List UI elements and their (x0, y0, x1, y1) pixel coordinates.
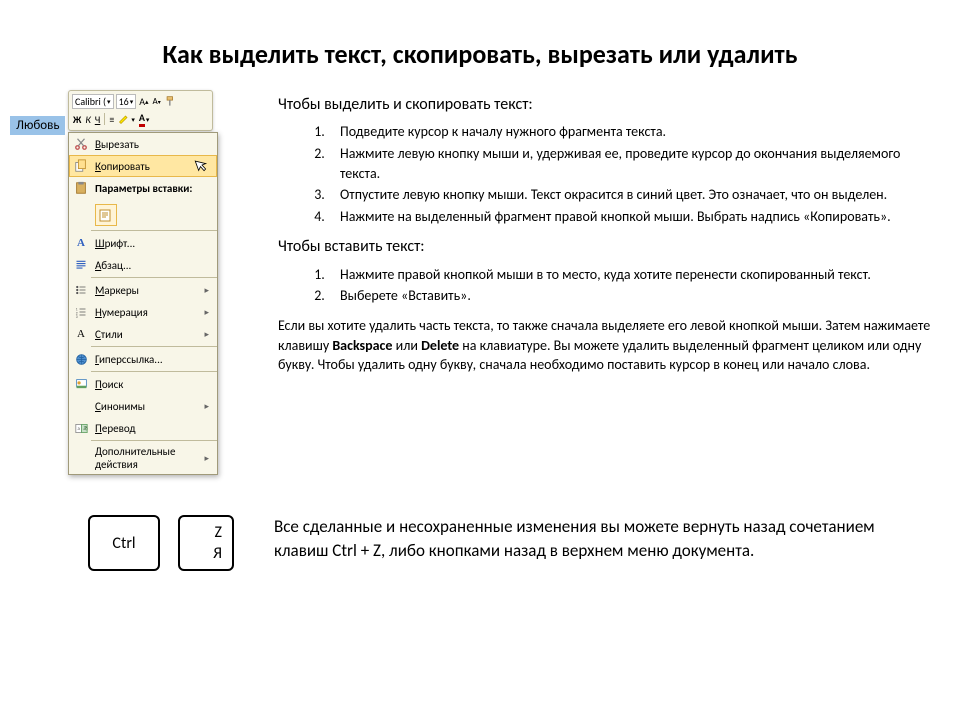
bold-icon[interactable]: Ж (72, 113, 82, 126)
hyperlink-icon (73, 351, 89, 367)
numbering-icon: 123 (73, 304, 89, 320)
menu-bullets[interactable]: Маркеры ▸ (69, 279, 217, 301)
delete-paragraph: Если вы хотите удалить часть текста, то … (278, 316, 940, 375)
menu-hyperlink[interactable]: Гиперссылка... (69, 348, 217, 370)
list-item: Отпустите левую кнопку мыши. Текст окрас… (328, 185, 940, 205)
menu-label: Шрифт... (95, 237, 213, 250)
section-heading: Чтобы выделить и скопировать текст: (278, 94, 940, 116)
translate-icon: aあ (73, 420, 89, 436)
section-heading: Чтобы вставить текст: (278, 236, 940, 258)
menu-additional[interactable]: Дополнительные действия ▸ (69, 442, 217, 474)
menu-label: Вырезать (95, 138, 213, 151)
ctrl-key: Ctrl (88, 515, 160, 571)
highlight-icon[interactable]: ▾ (117, 113, 136, 125)
format-painter-icon[interactable] (164, 96, 177, 107)
search-icon (73, 376, 89, 392)
undo-tip: Все сделанные и несохраненные изменения … (274, 515, 930, 563)
grow-font-icon[interactable]: A▴ (138, 95, 149, 108)
menu-label: Параметры вставки: (95, 182, 213, 195)
menu-paste-options: Параметры вставки: (69, 177, 217, 199)
menu-label: Абзац... (95, 259, 213, 272)
word-screenshot: Любовь Calibri (▾ 16▾ A▴ A▾ Ж К Ч ≡ ▾ (20, 90, 260, 475)
menu-synonyms[interactable]: Синонимы ▸ (69, 395, 217, 417)
paste-option-row (69, 199, 217, 229)
copy-icon (73, 158, 89, 174)
list-item: Подведите курсор к началу нужного фрагме… (328, 122, 940, 142)
scissors-icon (73, 136, 89, 152)
mini-toolbar: Calibri (▾ 16▾ A▴ A▾ Ж К Ч ≡ ▾ A▾ (68, 90, 213, 131)
menu-label: Дополнительные действия (95, 445, 198, 471)
paste-default-icon[interactable] (95, 204, 117, 226)
clipboard-icon (73, 180, 89, 196)
context-menu: Вырезать Копировать Параметры вставки: (68, 132, 218, 475)
menu-copy[interactable]: Копировать (69, 155, 217, 177)
list-item: Выберете «Вставить». (328, 286, 940, 306)
font-color-icon[interactable]: A▾ (138, 111, 151, 127)
underline-icon[interactable]: Ч (94, 113, 102, 126)
menu-styles[interactable]: A Стили ▸ (69, 323, 217, 345)
svg-text:あ: あ (83, 426, 88, 432)
z-key: Z Я (178, 515, 234, 571)
align-icon[interactable]: ≡ (108, 113, 115, 126)
menu-label: Стили (95, 328, 198, 341)
selected-text: Любовь (10, 116, 65, 135)
menu-font[interactable]: A Шрифт... (69, 232, 217, 254)
list-item: Нажмите на выделенный фрагмент правой кн… (328, 207, 940, 227)
menu-cut[interactable]: Вырезать (69, 133, 217, 155)
menu-translate[interactable]: aあ Перевод (69, 417, 217, 439)
menu-label: Синонимы (95, 400, 198, 413)
menu-label: Перевод (95, 422, 213, 435)
page-title: Как выделить текст, скопировать, вырезат… (0, 0, 960, 90)
menu-paragraph[interactable]: Абзац... (69, 254, 217, 276)
copy-steps-list: Подведите курсор к началу нужного фрагме… (278, 122, 940, 226)
chevron-right-icon: ▸ (204, 307, 213, 318)
list-item: Нажмите правой кнопкой мыши в то место, … (328, 265, 940, 285)
bullets-icon (73, 282, 89, 298)
keyboard-keys: Ctrl Z Я (88, 515, 234, 571)
chevron-right-icon: ▸ (204, 453, 213, 464)
svg-text:3: 3 (76, 315, 78, 318)
chevron-right-icon: ▸ (204, 401, 213, 412)
menu-label: Гиперссылка... (95, 353, 213, 366)
menu-numbering[interactable]: 123 Нумерация ▸ (69, 301, 217, 323)
menu-label: Маркеры (95, 284, 198, 297)
font-size-box[interactable]: 16▾ (116, 94, 137, 109)
menu-label: Поиск (95, 378, 213, 391)
italic-icon[interactable]: К (84, 113, 91, 126)
font-a-icon: A (73, 235, 89, 251)
list-item: Нажмите левую кнопку мыши и, удерживая е… (328, 144, 940, 183)
font-name-box[interactable]: Calibri (▾ (72, 94, 114, 109)
instructions: Чтобы выделить и скопировать текст: Подв… (278, 90, 940, 475)
shrink-font-icon[interactable]: A▾ (152, 96, 162, 107)
menu-label: Нумерация (95, 306, 198, 319)
styles-icon: A (73, 326, 89, 342)
paste-steps-list: Нажмите правой кнопкой мыши в то место, … (278, 265, 940, 306)
chevron-right-icon: ▸ (204, 285, 213, 296)
paragraph-icon (73, 257, 89, 273)
menu-search[interactable]: Поиск (69, 373, 217, 395)
chevron-right-icon: ▸ (204, 329, 213, 340)
